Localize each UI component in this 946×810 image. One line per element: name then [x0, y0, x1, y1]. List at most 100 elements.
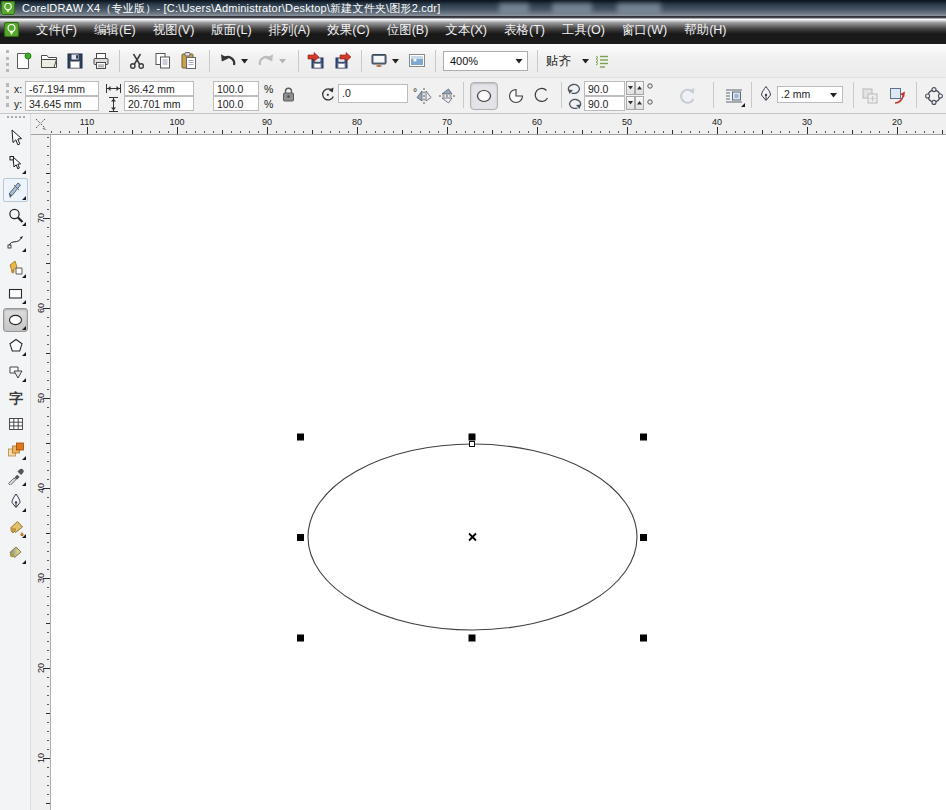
redo-button[interactable] — [254, 49, 278, 73]
export-button[interactable] — [331, 49, 355, 73]
snap-button[interactable]: 贴齐 — [546, 53, 571, 70]
arc-start-spin-up[interactable] — [635, 81, 644, 95]
scale-h-field[interactable]: 100.0 — [213, 81, 259, 96]
arc-end-field[interactable]: 90.0 — [584, 96, 625, 111]
selected-ellipse[interactable] — [51, 135, 946, 810]
table-tool[interactable] — [3, 412, 28, 436]
outline-width-arrow-icon[interactable] — [830, 93, 837, 98]
undo-button[interactable] — [216, 49, 240, 73]
menu-item-5[interactable]: 排列(A) — [269, 22, 311, 39]
selection-handle[interactable] — [640, 434, 647, 441]
application-launcher-dropdown[interactable] — [389, 49, 401, 73]
vertical-ruler[interactable]: 70605040302010 — [31, 135, 51, 810]
canvas[interactable] — [51, 135, 946, 810]
change-direction-button — [676, 85, 700, 109]
arc-end-spin-up[interactable] — [635, 96, 644, 110]
rectangle-tool[interactable] — [3, 282, 28, 306]
eyedropper-tool[interactable] — [3, 464, 28, 488]
selection-handle[interactable] — [469, 635, 476, 642]
fill-tool[interactable] — [3, 516, 28, 540]
zoom-combo-arrow-icon[interactable] — [515, 59, 523, 64]
zoom-level-combo[interactable]: 400% — [443, 51, 528, 71]
freehand-tool[interactable] — [3, 230, 28, 254]
scale-lock-icon[interactable] — [282, 87, 295, 102]
outline-pen-tool[interactable] — [3, 490, 28, 514]
arc-end-spin-down[interactable] — [626, 96, 635, 110]
ruler-origin-corner[interactable] — [31, 114, 51, 135]
mirror-vertical-button[interactable] — [437, 86, 457, 106]
redo-dropdown[interactable] — [276, 49, 288, 73]
shape-tool[interactable] — [3, 152, 28, 176]
toolbar-grip[interactable] — [6, 50, 9, 72]
menu-item-10[interactable]: 工具(O) — [562, 22, 605, 39]
ellipse-mode-button[interactable] — [470, 82, 498, 110]
pie-mode-button[interactable] — [504, 84, 528, 108]
selection-handle[interactable] — [640, 534, 647, 541]
scale-v-field[interactable]: 100.0 — [213, 96, 259, 111]
zoom-tool[interactable] — [3, 204, 28, 228]
menu-item-1[interactable]: 文件(F) — [36, 22, 77, 39]
pick-tool[interactable] — [3, 126, 28, 150]
quick-customize-button[interactable] — [922, 84, 946, 108]
menu-item-7[interactable]: 位图(B) — [387, 22, 429, 39]
arc-start-spin-down[interactable] — [626, 81, 635, 95]
selection-center-marker[interactable] — [469, 534, 476, 541]
selection-handle[interactable] — [297, 534, 304, 541]
interactive-fill-tool[interactable] — [3, 542, 28, 566]
save-button[interactable] — [63, 49, 87, 73]
mirror-horizontal-button[interactable] — [414, 86, 434, 106]
v-ruler-tick — [47, 677, 49, 678]
h-ruler-label: 80 — [352, 117, 362, 127]
zoom-flyout-indicator — [22, 222, 26, 226]
crop-tool[interactable] — [3, 178, 28, 202]
application-launcher-button[interactable] — [367, 49, 391, 73]
polygon-tool[interactable] — [3, 334, 28, 358]
menu-item-11[interactable]: 窗口(W) — [622, 22, 667, 39]
menu-item-8[interactable]: 文本(X) — [445, 22, 487, 39]
selection-handle[interactable] — [297, 635, 304, 642]
v-ruler-tick — [47, 299, 49, 300]
menu-item-4[interactable]: 版面(L) — [211, 22, 251, 39]
selection-handle[interactable] — [297, 434, 304, 441]
v-ruler-tick — [47, 641, 49, 642]
position-y-field[interactable]: 34.645 mm — [25, 96, 99, 111]
welcome-screen-button[interactable] — [405, 49, 429, 73]
ellipse-node[interactable] — [470, 442, 475, 447]
h-ruler-tick — [618, 131, 619, 133]
menu-item-12[interactable]: 帮助(H) — [684, 22, 726, 39]
h-ruler-tick — [177, 127, 178, 134]
options-button[interactable] — [590, 49, 614, 73]
paste-button[interactable] — [177, 49, 201, 73]
rotation-angle-field[interactable]: .0 — [338, 84, 408, 103]
open-button[interactable] — [37, 49, 61, 73]
propbar-grip[interactable] — [6, 83, 9, 107]
new-button[interactable] — [11, 49, 35, 73]
arc-start-field[interactable]: 90.0 — [584, 81, 625, 96]
h-ruler-tick — [609, 131, 610, 133]
object-width-field[interactable]: 36.42 mm — [124, 81, 194, 96]
ellipse-tool[interactable] — [3, 308, 28, 332]
position-x-field[interactable]: -67.194 mm — [25, 81, 99, 96]
copy-button[interactable] — [151, 49, 175, 73]
blend-tool[interactable] — [3, 438, 28, 462]
horizontal-ruler[interactable]: 1101009080706050403020 — [51, 114, 946, 135]
print-button[interactable] — [89, 49, 113, 73]
menu-item-9[interactable]: 表格(T) — [504, 22, 545, 39]
import-button[interactable] — [304, 49, 328, 73]
selection-handle[interactable] — [640, 635, 647, 642]
undo-dropdown[interactable] — [238, 49, 250, 73]
menu-item-6[interactable]: 效果(C) — [327, 22, 369, 39]
text-tool[interactable]: 字 — [3, 386, 28, 410]
outline-width-combo[interactable]: .2 mm — [777, 86, 843, 103]
smart-fill-tool[interactable] — [3, 256, 28, 280]
toolbox-grip[interactable] — [7, 116, 25, 119]
selection-handle[interactable] — [469, 434, 476, 441]
object-height-field[interactable]: 20.701 mm — [124, 96, 194, 111]
menu-item-2[interactable]: 编辑(E) — [94, 22, 136, 39]
arc-mode-button[interactable] — [530, 84, 554, 108]
convert-to-curves-button[interactable] — [886, 84, 910, 108]
basic-shapes-tool[interactable] — [3, 360, 28, 384]
menu-item-3[interactable]: 视图(V) — [153, 22, 195, 39]
text-wrap-button[interactable] — [722, 84, 746, 108]
cut-button[interactable] — [125, 49, 149, 73]
